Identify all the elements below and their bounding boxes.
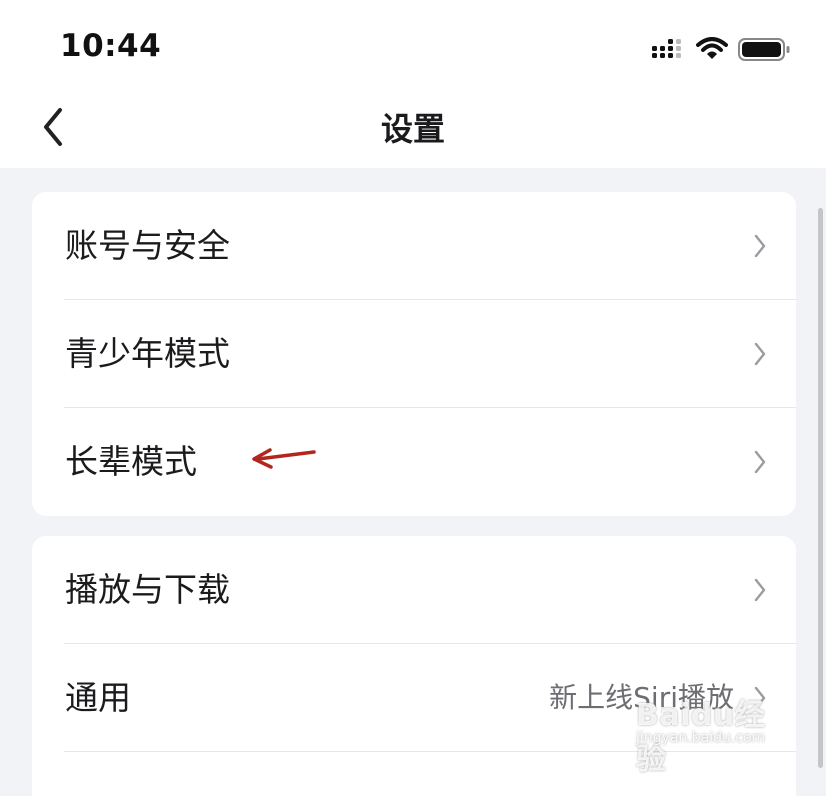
chevron-right-icon [754, 234, 766, 258]
settings-item-label: 播放与下载 [65, 570, 230, 609]
page-title: 设置 [380, 110, 445, 148]
settings-item-label: 青少年模式 [65, 334, 230, 373]
chevron-right-icon [754, 342, 766, 366]
wifi-icon [696, 37, 728, 65]
settings-item-general[interactable]: 通用 新上线Siri播放 [32, 644, 796, 752]
scrollbar[interactable] [818, 208, 823, 768]
chevron-right-icon [754, 578, 766, 602]
settings-item-account-security[interactable]: 账号与安全 [32, 192, 796, 300]
settings-group-account: 账号与安全 青少年模式 长辈模式 [32, 192, 796, 516]
settings-item-label: 通用 [65, 678, 131, 717]
settings-item-value: 新上线Siri播放 [549, 681, 734, 714]
settings-item-teen-mode[interactable]: 青少年模式 [32, 300, 796, 408]
cellular-signal-icon [652, 39, 686, 67]
status-time: 10:44 [60, 28, 162, 64]
settings-item-label: 账号与安全 [65, 226, 230, 265]
red-arrow-icon [252, 448, 316, 469]
header: 10:44 设置 [0, 0, 826, 168]
settings-item-label: 长辈模式 [65, 442, 197, 481]
chevron-right-icon [754, 686, 766, 710]
settings-group-general: 播放与下载 通用 新上线Siri播放 [32, 536, 796, 796]
status-icons [652, 36, 792, 66]
divider [64, 751, 796, 752]
battery-icon [738, 38, 792, 66]
settings-item-elder-mode[interactable]: 长辈模式 [32, 408, 796, 516]
chevron-right-icon [754, 450, 766, 474]
settings-item-playback-download[interactable]: 播放与下载 [32, 536, 796, 644]
